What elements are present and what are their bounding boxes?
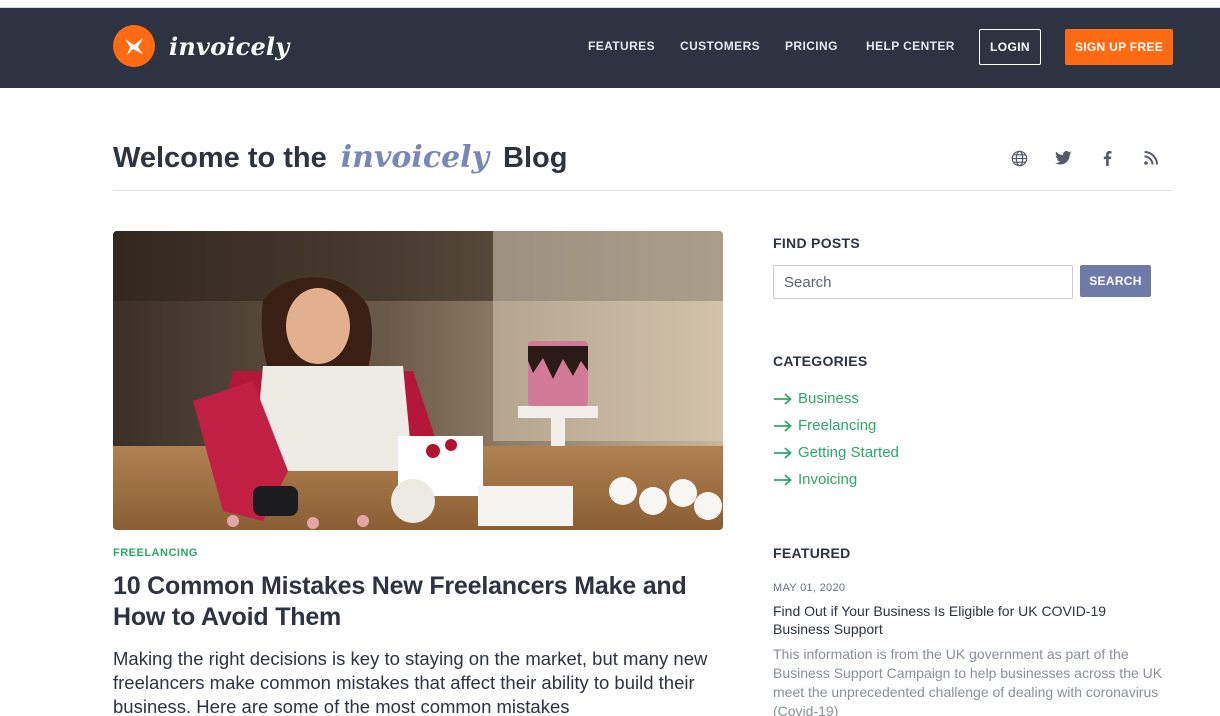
arrow-right-icon (774, 473, 792, 486)
category-label: Business (798, 390, 859, 407)
arrow-right-icon (774, 419, 792, 432)
featured-post-date: MAY 01, 2020 (773, 582, 846, 594)
featured-heading: FEATURED (773, 545, 851, 561)
search-button[interactable]: SEARCH (1080, 265, 1151, 297)
title-prefix: Welcome to the (113, 142, 327, 174)
post-excerpt: Making the right decisions is key to sta… (113, 648, 708, 716)
category-link-freelancing[interactable]: Freelancing (773, 412, 899, 439)
category-link-getting-started[interactable]: Getting Started (773, 439, 899, 466)
category-label: Getting Started (798, 444, 899, 461)
globe-icon[interactable] (997, 148, 1041, 168)
nav-customers[interactable]: CUSTOMERS (680, 39, 760, 53)
search-input[interactable] (773, 265, 1073, 299)
baker-decorating-cake-photo (113, 231, 723, 530)
category-link-business[interactable]: Business (773, 385, 899, 412)
login-button[interactable]: LOGIN (979, 29, 1041, 65)
social-links (997, 148, 1173, 168)
nav-help-center[interactable]: HELP CENTER (866, 39, 955, 53)
nav-pricing[interactable]: PRICING (785, 39, 838, 53)
nav-features[interactable]: FEATURES (588, 39, 655, 53)
category-label: Invoicing (798, 471, 858, 488)
category-link-invoicing[interactable]: Invoicing (773, 466, 899, 493)
main-nav: FEATURES CUSTOMERS PRICING HELP CENTER L… (0, 29, 1220, 65)
category-list: Business Freelancing Getting Started Inv… (773, 385, 899, 493)
featured-post-title[interactable]: Find Out if Your Business Is Eligible fo… (773, 602, 1153, 638)
title-brand: invoicely (340, 140, 490, 175)
facebook-icon[interactable] (1085, 148, 1129, 168)
browser-top-strip (0, 0, 1220, 8)
post-hero-image[interactable] (113, 231, 723, 530)
top-navbar: invoicely FEATURES CUSTOMERS PRICING HEL… (0, 8, 1220, 88)
find-posts-heading: FIND POSTS (773, 235, 861, 251)
categories-heading: CATEGORIES (773, 353, 868, 369)
blog-header: Welcome to the invoicely Blog (113, 136, 1173, 191)
post-title[interactable]: 10 Common Mistakes New Freelancers Make … (113, 571, 723, 633)
sign-up-free-button[interactable]: SIGN UP FREE (1065, 29, 1173, 65)
twitter-icon[interactable] (1041, 148, 1085, 168)
category-label: Freelancing (798, 417, 877, 434)
arrow-right-icon (774, 392, 792, 405)
rss-icon[interactable] (1129, 148, 1173, 168)
post-category-tag[interactable]: FREELANCING (113, 547, 198, 559)
page-title: Welcome to the invoicely Blog (113, 140, 567, 175)
title-suffix: Blog (503, 142, 568, 174)
featured-post-excerpt: This information is from the UK governme… (773, 646, 1163, 716)
arrow-right-icon (774, 446, 792, 459)
